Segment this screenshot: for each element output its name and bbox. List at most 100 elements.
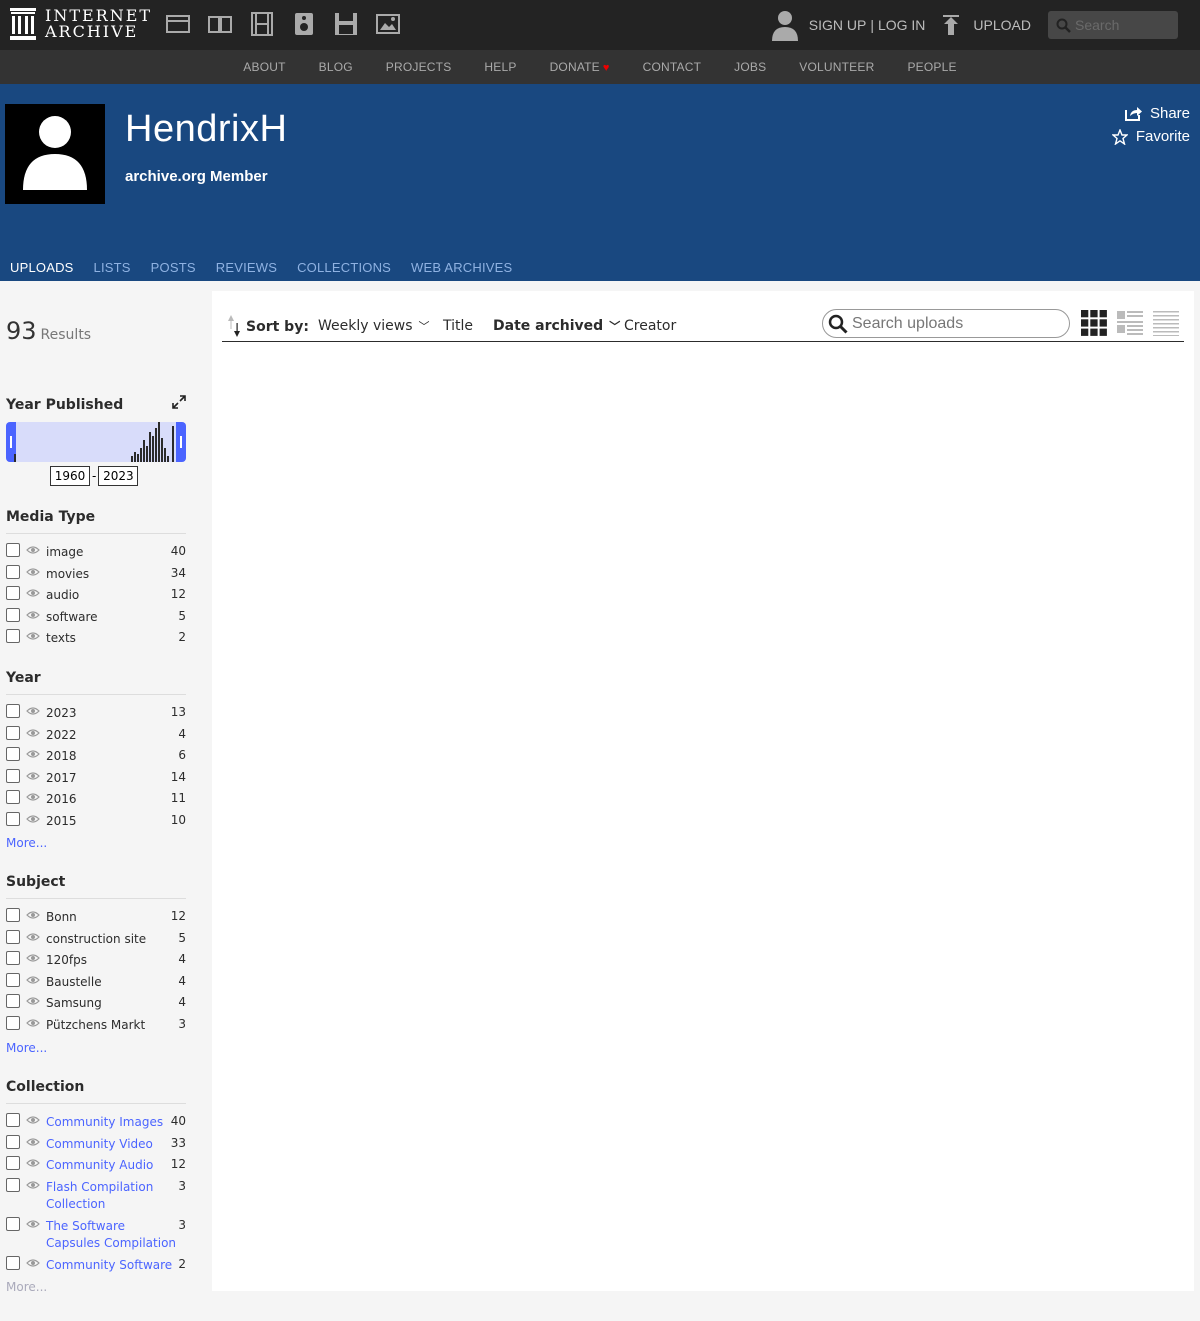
favorite-button[interactable]: Favorite [1111,128,1190,145]
eye-icon[interactable] [26,1178,40,1192]
media-type-facet-row[interactable]: image 40 [6,542,186,560]
subject-facet-row[interactable]: 120fps 4 [6,950,186,968]
sort-weekly-views[interactable]: Weekly views ﹀ [318,318,430,334]
eye-icon[interactable] [26,812,40,826]
eye-icon[interactable] [26,629,40,643]
tab-reviews[interactable]: REVIEWS [216,260,277,275]
list-compact-view-icon[interactable] [1153,310,1179,336]
search-uploads-box[interactable] [822,309,1070,338]
tab-lists[interactable]: LISTS [94,260,131,275]
eye-icon[interactable] [26,790,40,804]
facet-checkbox[interactable] [6,994,20,1009]
internet-archive-logo[interactable]: INTERNET ARCHIVE [10,8,152,40]
collection-facet-row[interactable]: Community Images 40 [6,1112,186,1130]
eye-icon[interactable] [26,769,40,783]
year-more-link[interactable]: More... [6,836,47,850]
year-facet-row[interactable]: 2018 6 [6,746,186,764]
facet-checkbox[interactable] [6,543,20,557]
audio-icon[interactable] [292,12,316,36]
media-type-facet-row[interactable]: audio 12 [6,585,186,603]
facet-label[interactable]: Community Audio [46,1157,180,1174]
histogram-max-handle[interactable] [176,422,186,462]
facet-label[interactable]: Community Video [46,1136,180,1153]
eye-icon[interactable] [26,1135,40,1149]
nav-people[interactable]: PEOPLE [907,60,956,74]
upload-button[interactable]: UPLOAD [941,15,1031,35]
tab-uploads[interactable]: UPLOADS [10,260,74,275]
collection-facet-row[interactable]: The Software Capsules Compilation 3 [6,1216,186,1250]
subject-facet-row[interactable]: construction site 5 [6,929,186,947]
eye-icon[interactable] [26,1113,40,1127]
facet-checkbox[interactable] [6,1016,20,1030]
facet-label[interactable]: Flash Compilation Collection [46,1179,180,1213]
eye-icon[interactable] [26,908,40,922]
tab-posts[interactable]: POSTS [151,260,196,275]
nav-jobs[interactable]: JOBS [734,60,766,74]
year-facet-row[interactable]: 2017 14 [6,768,186,786]
eye-icon[interactable] [26,543,40,557]
eye-icon[interactable] [26,973,40,987]
sort-creator[interactable]: Creator [624,318,676,334]
eye-icon[interactable] [26,1156,40,1170]
collection-facet-row[interactable]: Community Video 33 [6,1134,186,1152]
eye-icon[interactable] [26,1256,40,1270]
sort-direction-icon[interactable] [228,315,240,337]
facet-checkbox[interactable] [6,768,20,783]
share-button[interactable]: Share [1124,105,1190,122]
list-detail-view-icon[interactable] [1117,310,1143,336]
nav-about[interactable]: ABOUT [243,60,285,74]
facet-checkbox[interactable] [6,951,20,966]
eye-icon[interactable] [26,586,40,600]
collection-more-link[interactable]: More... [6,1280,47,1294]
eye-icon[interactable] [26,704,40,718]
eye-icon[interactable] [26,565,40,579]
facet-checkbox[interactable] [6,747,20,762]
subject-facet-row[interactable]: Samsung 4 [6,993,186,1011]
facet-checkbox[interactable] [6,972,20,987]
year-histogram[interactable] [6,422,186,462]
sort-date-archived[interactable]: Date archived ﹀ [493,318,620,334]
subject-facet-row[interactable]: Pützchens Markt 3 [6,1015,186,1033]
top-search-input[interactable] [1075,17,1170,33]
facet-checkbox[interactable] [6,1156,20,1171]
facet-checkbox[interactable] [6,607,20,622]
media-type-facet-row[interactable]: movies 34 [6,564,186,582]
top-search-box[interactable] [1048,11,1178,39]
eye-icon[interactable] [26,1016,40,1030]
facet-checkbox[interactable] [6,812,20,826]
facet-checkbox[interactable] [6,1134,20,1149]
year-from-input[interactable] [50,466,90,486]
software-icon[interactable] [334,12,358,36]
facet-label[interactable]: Community Images [46,1114,180,1131]
images-icon[interactable] [376,12,400,36]
subject-facet-row[interactable]: Bonn 12 [6,907,186,925]
facet-checkbox[interactable] [6,1255,20,1270]
facet-checkbox[interactable] [6,908,20,922]
expand-icon[interactable] [172,395,186,409]
eye-icon[interactable] [26,1217,40,1231]
media-type-facet-row[interactable]: texts 2 [6,628,186,646]
nav-help[interactable]: HELP [484,60,516,74]
texts-icon[interactable] [208,12,232,36]
subject-more-link[interactable]: More... [6,1041,47,1055]
facet-checkbox[interactable] [6,790,20,805]
facet-checkbox[interactable] [6,929,20,944]
year-facet-row[interactable]: 2023 13 [6,703,186,721]
facet-checkbox[interactable] [6,1113,20,1127]
year-to-input[interactable] [98,466,139,486]
signup-link[interactable]: SIGN UP [809,17,867,33]
facet-checkbox[interactable] [6,564,20,579]
eye-icon[interactable] [26,951,40,965]
user-icon[interactable] [771,9,799,41]
collection-facet-row[interactable]: Flash Compilation Collection 3 [6,1177,186,1211]
collection-facet-row[interactable]: Community Audio 12 [6,1155,186,1173]
nav-volunteer[interactable]: VOLUNTEER [799,60,874,74]
eye-icon[interactable] [26,747,40,761]
nav-contact[interactable]: CONTACT [643,60,702,74]
nav-donate[interactable]: DONATE ♥ [550,60,610,74]
search-uploads-input[interactable] [852,314,1062,333]
video-icon[interactable] [250,12,274,36]
facet-checkbox[interactable] [6,629,20,644]
nav-blog[interactable]: BLOG [319,60,353,74]
year-facet-row[interactable]: 2015 10 [6,811,186,829]
